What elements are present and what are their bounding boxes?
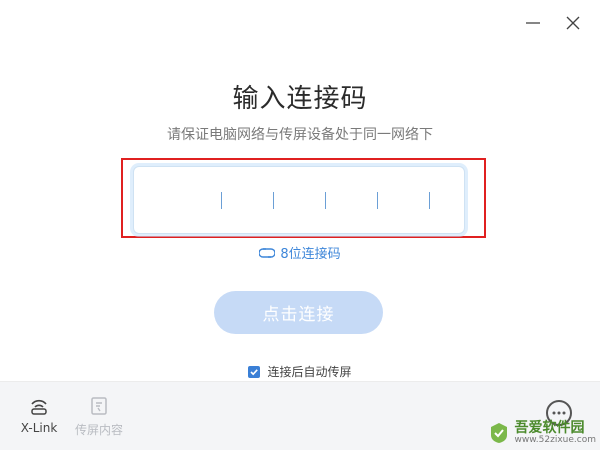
auto-share-option: 连接后自动传屏 — [0, 363, 600, 380]
connect-button[interactable]: 点击连接 — [214, 291, 383, 334]
code-slot[interactable] — [299, 190, 351, 210]
screen-content-icon — [91, 397, 107, 415]
page-title: 输入连接码 — [232, 84, 368, 114]
xlink-label: X-Link — [20, 421, 58, 435]
code-slot[interactable] — [143, 190, 195, 210]
bottom-toolbar: X-Link 传屏内容 吾爱软件园 www.52zixue.com — [0, 381, 600, 450]
switch-code-length-label: 8位连接码 — [280, 247, 341, 262]
xlink-icon — [31, 399, 47, 415]
auto-share-label: 连接后自动传屏 — [267, 365, 352, 379]
auto-share-checkbox[interactable] — [248, 365, 261, 378]
slot-divider — [428, 191, 430, 209]
connection-code-input[interactable] — [133, 166, 465, 234]
code-slot[interactable] — [195, 190, 247, 210]
minimize-icon — [526, 22, 540, 24]
slot-divider — [324, 191, 326, 209]
switch-code-length-link[interactable]: 8位连接码 — [0, 243, 600, 262]
watermark-logo-icon — [490, 423, 507, 444]
screen-content-label: 传屏内容 — [74, 423, 123, 437]
close-button[interactable] — [564, 14, 582, 32]
watermark-title: 吾爱软件园 — [514, 419, 585, 436]
more-icon — [552, 411, 566, 415]
screen-content-tab[interactable]: 传屏内容 — [74, 396, 124, 438]
minimize-button[interactable] — [524, 14, 542, 32]
connect-code-dialog: 输入连接码 请保证电脑网络与传屏设备处于同一网络下 8位连接码 点击连接 连接后… — [0, 0, 600, 450]
code-slot[interactable] — [351, 190, 403, 210]
close-icon — [566, 16, 580, 30]
code-slot[interactable] — [403, 190, 455, 210]
watermark-url: www.52zixue.com — [514, 435, 596, 446]
window-controls — [524, 14, 582, 32]
slot-divider — [220, 191, 222, 209]
slot-divider — [376, 191, 378, 209]
switch-icon — [259, 247, 276, 258]
slot-divider — [272, 191, 274, 209]
code-slot[interactable] — [247, 190, 299, 210]
check-icon — [250, 368, 259, 375]
network-hint: 请保证电脑网络与传屏设备处于同一网络下 — [167, 127, 433, 143]
watermark: 吾爱软件园 www.52zixue.com — [487, 419, 596, 446]
xlink-tab[interactable]: X-Link — [14, 396, 64, 435]
